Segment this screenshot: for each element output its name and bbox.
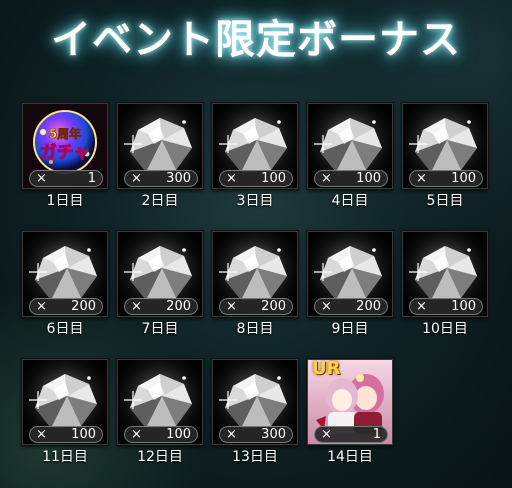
multiply-sign: × — [321, 299, 332, 314]
quantity-badge: × 200 — [314, 298, 388, 315]
quantity-value: 200 — [71, 299, 96, 314]
multiply-sign: × — [226, 299, 237, 314]
day-label: 1日目 — [46, 193, 84, 209]
reward-tile: × 200 — [212, 231, 298, 317]
reward-cell-day-5[interactable]: × 100 5日目 — [402, 103, 488, 211]
quantity-value: 300 — [166, 171, 191, 186]
reward-cell-day-11[interactable]: × 100 11日目 — [22, 359, 108, 467]
reward-cell-day-8[interactable]: × 200 8日目 — [212, 231, 298, 339]
quantity-badge: × 100 — [314, 170, 388, 187]
reward-cell-day-4[interactable]: × 100 4日目 — [307, 103, 393, 211]
quantity-badge: × 300 — [219, 426, 293, 443]
day-label: 6日目 — [46, 321, 84, 337]
multiply-sign: × — [36, 299, 47, 314]
event-bonus-title: イベント限定ボーナス — [51, 17, 461, 63]
reward-tile: × 200 — [117, 231, 203, 317]
day-label: 8日目 — [236, 321, 274, 337]
quantity-value: 100 — [451, 299, 476, 314]
day-label: 2日目 — [141, 193, 179, 209]
multiply-sign: × — [131, 299, 142, 314]
reward-tile: × 100 — [117, 359, 203, 445]
quantity-badge: × 100 — [124, 426, 198, 443]
reward-cell-day-13[interactable]: × 300 13日目 — [212, 359, 298, 467]
reward-cell-day-6[interactable]: × 200 6日目 — [22, 231, 108, 339]
quantity-value: 100 — [71, 427, 96, 442]
reward-tile: × 100 — [22, 359, 108, 445]
reward-tile: 5周年 ガチャ × 1 — [22, 103, 108, 189]
reward-cell-day-2[interactable]: × 300 2日目 — [117, 103, 203, 211]
quantity-badge: × 100 — [219, 170, 293, 187]
multiply-sign: × — [226, 171, 237, 186]
quantity-value: 100 — [356, 171, 381, 186]
multiply-sign: × — [36, 171, 47, 186]
quantity-badge: × 300 — [124, 170, 198, 187]
day-label: 14日目 — [327, 449, 373, 465]
multiply-sign: × — [131, 427, 142, 442]
multiply-sign: × — [416, 299, 427, 314]
reward-cell-day-3[interactable]: × 100 3日目 — [212, 103, 298, 211]
multiply-sign: × — [36, 427, 47, 442]
day-label: 7日目 — [141, 321, 179, 337]
reward-tile: × 100 — [402, 231, 488, 317]
quantity-badge: × 100 — [409, 298, 483, 315]
quantity-value: 300 — [261, 427, 286, 442]
day-label: 4日目 — [331, 193, 369, 209]
day-label: 3日目 — [236, 193, 274, 209]
quantity-value: 200 — [166, 299, 191, 314]
quantity-badge: × 100 — [409, 170, 483, 187]
day-label: 9日目 — [331, 321, 369, 337]
gacha-ticket-line1: 5周年 — [49, 126, 81, 141]
ur-badge: UR — [312, 359, 341, 379]
quantity-value: 100 — [166, 427, 191, 442]
multiply-sign: × — [321, 171, 332, 186]
gacha-ticket-line2: ガチャ — [40, 143, 91, 163]
reward-cell-day-14[interactable]: UR × 1 14日目 — [307, 359, 393, 467]
reward-cell-day-10[interactable]: × 100 10日目 — [402, 231, 488, 339]
reward-cell-day-7[interactable]: × 200 7日目 — [117, 231, 203, 339]
reward-tile: × 300 — [117, 103, 203, 189]
multiply-sign: × — [226, 427, 237, 442]
reward-tile: × 200 — [307, 231, 393, 317]
day-label: 11日目 — [42, 449, 88, 465]
quantity-badge: × 100 — [29, 426, 103, 443]
reward-cell-day-1[interactable]: 5周年 ガチャ × 1 1日目 — [22, 103, 108, 211]
quantity-badge: × 200 — [219, 298, 293, 315]
reward-tile: × 100 — [402, 103, 488, 189]
reward-cell-day-12[interactable]: × 100 12日目 — [117, 359, 203, 467]
multiply-sign: × — [416, 171, 427, 186]
reward-grid: 5周年 ガチャ × 1 1日目 × 300 2日目 × 100 3日目 × 10… — [22, 103, 492, 473]
reward-tile: × 100 — [212, 103, 298, 189]
reward-tile: UR × 1 — [307, 359, 393, 445]
reward-tile: × 100 — [307, 103, 393, 189]
reward-cell-day-9[interactable]: × 200 9日目 — [307, 231, 393, 339]
multiply-sign: × — [131, 171, 142, 186]
quantity-badge: × 200 — [29, 298, 103, 315]
multiply-sign: × — [321, 427, 332, 442]
quantity-badge: × 200 — [124, 298, 198, 315]
quantity-badge: × 1 — [314, 426, 388, 443]
day-label: 10日目 — [422, 321, 468, 337]
quantity-value: 100 — [451, 171, 476, 186]
quantity-badge: × 1 — [29, 170, 103, 187]
day-label: 13日目 — [232, 449, 278, 465]
reward-tile: × 200 — [22, 231, 108, 317]
day-label: 12日目 — [137, 449, 183, 465]
quantity-value: 200 — [356, 299, 381, 314]
reward-tile: × 300 — [212, 359, 298, 445]
day-label: 5日目 — [426, 193, 464, 209]
quantity-value: 100 — [261, 171, 286, 186]
quantity-value: 1 — [372, 427, 381, 442]
quantity-value: 1 — [87, 171, 96, 186]
quantity-value: 200 — [261, 299, 286, 314]
